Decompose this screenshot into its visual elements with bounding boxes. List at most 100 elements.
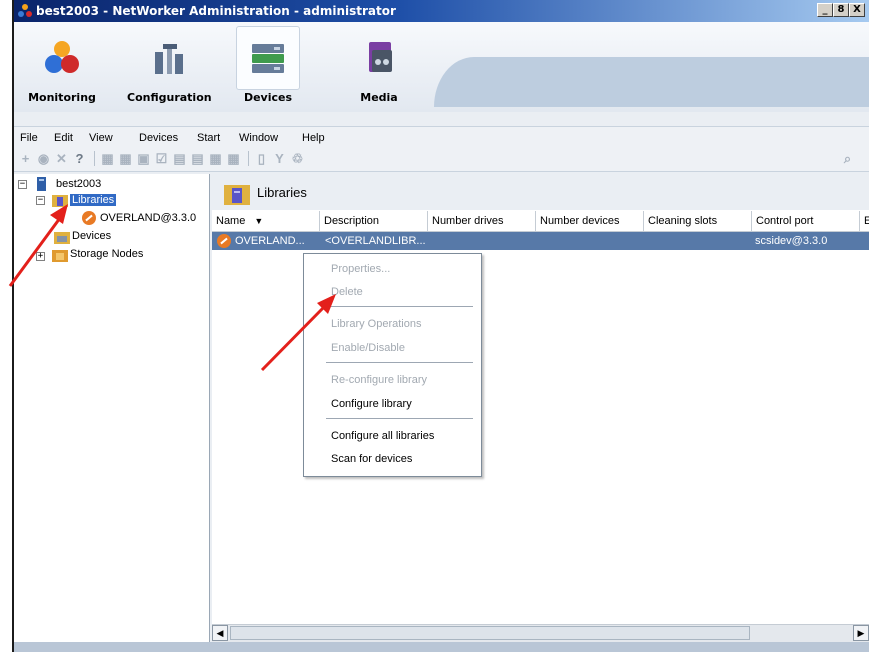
collapse-root-icon[interactable]: − — [18, 180, 27, 189]
libraries-folder-icon — [52, 195, 68, 207]
menu-separator — [326, 418, 473, 419]
networker-app-icon — [18, 4, 32, 17]
tree-node-server[interactable]: best2003 — [56, 176, 101, 192]
menu-item-configure-all-libraries[interactable]: Configure all libraries — [331, 430, 434, 442]
mount-icon[interactable]: ▤ — [172, 151, 187, 166]
column-header-number-devices[interactable]: Number devices — [536, 211, 644, 231]
menu-start[interactable]: Start — [197, 132, 220, 144]
document-icon[interactable]: ▯ — [254, 151, 269, 166]
menu-file[interactable]: File — [20, 132, 38, 144]
library-item-icon — [82, 211, 96, 225]
launcher-bar: Monitoring Configuration Devices Media — [14, 22, 869, 112]
expand-storage-nodes-icon[interactable]: + — [36, 252, 45, 261]
info-icon[interactable]: ◉ — [36, 151, 51, 166]
row-name-cell: OVERLAND... — [235, 235, 305, 247]
pane-title: Libraries — [257, 185, 307, 200]
menu-view[interactable]: View — [89, 132, 113, 144]
status-bar — [14, 642, 869, 652]
libraries-header-icon — [224, 185, 250, 205]
window-title: best2003 - NetWorker Administration - ad… — [36, 4, 396, 18]
configuration-button[interactable]: Configuration — [127, 24, 212, 110]
menu-item-reconfigure-library[interactable]: Re-configure library — [331, 374, 427, 386]
monitoring-label: Monitoring — [28, 91, 96, 104]
add-icon[interactable]: + — [18, 151, 33, 166]
menu-item-properties[interactable]: Properties... — [331, 263, 390, 275]
close-button[interactable]: X — [849, 3, 865, 17]
configuration-icon — [155, 44, 183, 74]
scroll-left-button[interactable]: ◀ — [212, 625, 228, 641]
toolbar-separator — [248, 151, 249, 166]
monitoring-button[interactable]: Monitoring — [20, 24, 104, 110]
media-icon — [369, 42, 392, 72]
menu-separator — [326, 362, 473, 363]
column-header-cleaning-slots[interactable]: Cleaning slots — [644, 211, 752, 231]
menu-devices[interactable]: Devices — [139, 132, 178, 144]
scrollbar-thumb[interactable] — [230, 626, 750, 640]
storage-nodes-folder-icon — [52, 250, 68, 262]
devices-button[interactable]: Devices — [226, 24, 310, 110]
tree-node-storage-nodes-label: Storage Nodes — [70, 248, 144, 260]
check-icon[interactable]: ☑ — [154, 151, 169, 166]
pane-header: Libraries — [212, 174, 869, 210]
column-header-control-port[interactable]: Control port — [752, 211, 860, 231]
launcher-decoration — [434, 57, 869, 107]
inventory-icon[interactable]: ▦ — [208, 151, 223, 166]
devices-folder-icon — [54, 232, 70, 244]
refresh-icon[interactable]: ♲ — [290, 151, 305, 166]
minimize-button[interactable]: _ — [817, 3, 833, 17]
menu-item-enable-disable[interactable]: Enable/Disable — [331, 342, 405, 354]
tree-node-overland-library[interactable]: OVERLAND@3.3.0 — [100, 210, 196, 226]
menu-item-delete[interactable]: Delete — [331, 286, 363, 298]
monitoring-icon — [45, 41, 79, 73]
tree-node-devices[interactable]: Devices — [72, 228, 111, 244]
row-description-cell: <OVERLANDLIBR... — [325, 235, 426, 247]
delete-icon[interactable]: ✕ — [54, 151, 69, 166]
library-icon[interactable]: ▦ — [100, 151, 115, 166]
tree-node-overland-label: OVERLAND@3.3.0 — [100, 212, 197, 224]
sort-descending-icon: ▼ — [254, 216, 264, 226]
filter-icon[interactable]: Y — [272, 151, 287, 166]
devices-icon — [252, 44, 284, 73]
menu-item-scan-for-devices[interactable]: Scan for devices — [331, 453, 412, 465]
tree-node-libraries[interactable]: Libraries — [70, 192, 117, 208]
help-icon[interactable]: ? — [72, 151, 87, 166]
menu-item-library-operations[interactable]: Library Operations — [331, 318, 422, 330]
configuration-label: Configuration — [127, 91, 212, 104]
library-row-icon — [217, 234, 231, 248]
find-icon[interactable]: ⌕ — [840, 151, 855, 166]
tree-node-server-label: best2003 — [56, 178, 102, 190]
navigation-tree: − best2003 − Libraries OVERLAND@3.3.0 De… — [14, 174, 210, 642]
menu-bar: File Edit View Devices Start Window Help — [14, 126, 869, 147]
label-icon[interactable]: ▣ — [136, 151, 151, 166]
column-header-number-drives[interactable]: Number drives — [428, 211, 536, 231]
column-header-extra[interactable]: Er — [860, 211, 869, 231]
menu-separator — [326, 306, 473, 307]
tree-node-storage-nodes[interactable]: Storage Nodes — [70, 246, 143, 262]
toolbar: + ◉ ✕ ? ▦ ▦ ▣ ☑ ▤ ▤ ▦ ▦ ▯ Y ♲ ⌕ — [14, 147, 869, 172]
collapse-libraries-icon[interactable]: − — [36, 196, 45, 205]
row-control-port-cell: scsidev@3.3.0 — [755, 235, 828, 247]
context-menu: Properties... Delete Library Operations … — [303, 253, 482, 477]
tree-node-devices-label: Devices — [72, 230, 112, 242]
column-header-name[interactable]: Name ▼ — [212, 211, 320, 231]
scroll-right-button[interactable]: ▶ — [853, 625, 869, 641]
title-bar[interactable]: best2003 - NetWorker Administration - ad… — [14, 0, 869, 22]
devices-label: Devices — [243, 91, 293, 104]
media-label: Media — [360, 91, 398, 104]
library-ops-icon[interactable]: ▦ — [118, 151, 133, 166]
eject-icon[interactable]: ▦ — [226, 151, 241, 166]
menu-window[interactable]: Window — [239, 132, 278, 144]
menu-item-configure-library[interactable]: Configure library — [331, 398, 412, 410]
toolbar-separator — [94, 151, 95, 166]
menu-help[interactable]: Help — [302, 132, 325, 144]
column-header-description[interactable]: Description — [320, 211, 428, 231]
unmount-icon[interactable]: ▤ — [190, 151, 205, 166]
server-icon — [37, 177, 46, 191]
media-button[interactable]: Media — [337, 24, 421, 110]
menu-edit[interactable]: Edit — [54, 132, 73, 144]
table-header: Name ▼ Description Number drives Number … — [212, 211, 869, 232]
tree-node-libraries-label: Libraries — [70, 194, 117, 206]
maximize-button[interactable]: 8 — [833, 3, 849, 17]
horizontal-scrollbar[interactable]: ◀ ▶ — [212, 624, 869, 642]
table-row[interactable]: OVERLAND... <OVERLANDLIBR... scsidev@3.3… — [212, 232, 869, 250]
